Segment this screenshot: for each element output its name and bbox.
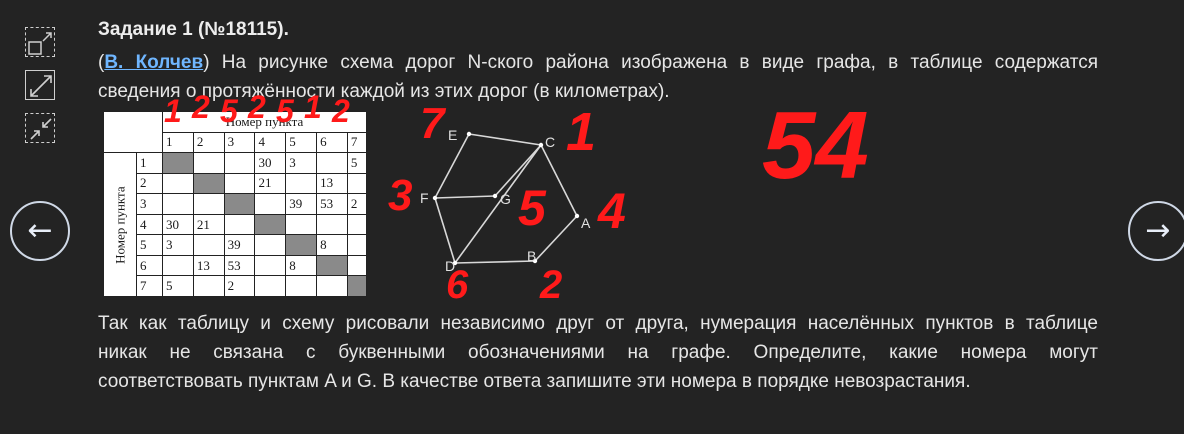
table-cell (192, 234, 225, 256)
road-graph: E C F G A B D (420, 127, 591, 274)
table-cell (223, 152, 256, 174)
arrow-right-icon: → (1145, 213, 1171, 248)
table-col-number: 2 (192, 131, 225, 154)
prev-arrow-button[interactable]: ← (10, 201, 70, 261)
table-row-header: Номер пункта (103, 152, 137, 297)
table-cell: 53 (316, 193, 348, 215)
table-row-number: 4 (136, 213, 163, 236)
table-cell: 13 (192, 254, 225, 277)
table-cell (285, 172, 318, 195)
table-cell: 2 (346, 193, 368, 215)
vertex-label-b: B (527, 248, 536, 264)
table-col-number: 6 (316, 131, 348, 154)
table-cell (346, 172, 368, 195)
table-cell (346, 275, 368, 297)
table-cell: 5 (162, 275, 194, 297)
table-row-number: 7 (136, 275, 163, 297)
table-cell (162, 254, 194, 277)
table-row-number: 1 (136, 152, 163, 174)
collapse-expand-button[interactable] (25, 27, 55, 57)
table-cell (192, 275, 225, 297)
question-line-1: Так как таблицу и схему рисовали независ… (98, 313, 1098, 334)
vertex-label-c: C (545, 134, 555, 150)
table-cell (223, 172, 256, 195)
arrow-left-icon: ← (27, 213, 53, 248)
task-title: Задание 1 (№18115). (98, 19, 289, 40)
table-cell (316, 152, 348, 174)
table-cell (285, 213, 318, 236)
table-cell: 39 (285, 193, 318, 215)
table-row: 5 3 39 8 (104, 234, 368, 256)
table-cell (162, 193, 194, 215)
vertex-label-a: A (581, 215, 591, 231)
table-cell: 30 (254, 152, 287, 174)
table-cell: 3 (285, 152, 318, 174)
table-col-number: 3 (223, 131, 256, 154)
question-line-2: никак не связана с буквенными обозначени… (98, 342, 1098, 363)
table-cell: 21 (254, 172, 287, 195)
task-intro-line2: сведения о протяжённости каждой из этих … (98, 81, 670, 102)
vertex-label-d: D (445, 258, 455, 274)
table-cell (316, 254, 348, 277)
table-cell (285, 234, 318, 256)
next-arrow-button[interactable]: → (1128, 201, 1184, 261)
table-cell (285, 275, 318, 297)
table-cell: 2 (223, 275, 256, 297)
table-cell (254, 254, 287, 277)
table-cell (192, 193, 225, 215)
table-cell: 30 (162, 213, 194, 236)
table-col-number: 4 (254, 131, 287, 154)
table-cell (223, 193, 256, 215)
table-row-number: 2 (136, 172, 163, 195)
table-cell: 39 (223, 234, 256, 256)
table-row: 2 21 13 (104, 172, 368, 195)
table-row-number: 5 (136, 234, 163, 256)
table-cell (162, 152, 194, 174)
table-cell (346, 213, 368, 236)
table-cell (254, 213, 287, 236)
table-cell (192, 172, 225, 195)
table-row: 6 13 53 8 (104, 254, 368, 277)
table-cell: 8 (285, 254, 318, 277)
vertex-label-g: G (500, 191, 511, 207)
table-cell (162, 172, 194, 195)
question-line-3: соответствовать пунктам A и G. В качеств… (98, 371, 971, 392)
table-cell (346, 234, 368, 256)
table-cell (346, 254, 368, 277)
distance-table: Номер пункта 1234567 Номер пункта 1 30 3 5 2 2… (103, 110, 368, 297)
table-col-number: 5 (285, 131, 318, 154)
expand-button[interactable] (25, 70, 55, 100)
table-row-number: 6 (136, 254, 163, 277)
vertex-label-e: E (448, 127, 457, 143)
table-cell (254, 193, 287, 215)
table-cell: 5 (346, 152, 368, 174)
table-cell (316, 275, 348, 297)
table-cell: 53 (223, 254, 256, 277)
task-intro: (В. Колчев) На рисунке схема дорог N-ско… (98, 52, 1098, 73)
table-row: Номер пункта 1 30 3 5 (103, 152, 368, 297)
table-cell: 21 (192, 213, 225, 236)
table-cell: 8 (316, 234, 348, 256)
table-row: 4 30 21 (104, 213, 368, 236)
vertex-label-f: F (420, 190, 429, 206)
collapse-expand-icon (28, 32, 52, 55)
table-cell: 3 (162, 234, 194, 256)
table-col-number: 1 (162, 131, 194, 154)
shrink-arrows-icon (30, 118, 52, 140)
table-cell (254, 275, 287, 297)
table-row: 3 39 53 2 (104, 193, 368, 215)
table-cell (254, 234, 287, 256)
author-link[interactable]: В. Колчев (104, 52, 203, 73)
table-cell (192, 152, 225, 174)
annotation-answer: 54 (762, 92, 869, 199)
table-col-header: Номер пункта (162, 111, 367, 133)
table-row: 75 2 (104, 275, 368, 297)
expand-arrows-icon (30, 75, 52, 97)
table-cell (223, 213, 256, 236)
table-row-number: 3 (136, 193, 163, 215)
table-cell (316, 213, 348, 236)
table-cell: 13 (316, 172, 348, 195)
shrink-button[interactable] (25, 113, 55, 143)
table-col-number: 7 (346, 131, 368, 154)
